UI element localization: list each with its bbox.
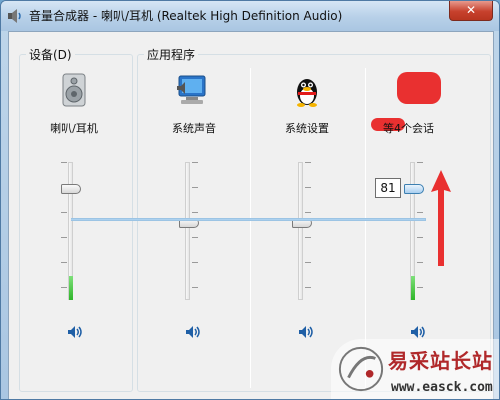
arrow-up-icon xyxy=(431,170,451,266)
app-name: 系统声音 xyxy=(172,122,216,135)
watermark-logo-icon xyxy=(338,346,384,392)
peak-meter xyxy=(411,276,415,300)
watermark-title: 易采站长站 xyxy=(388,349,493,373)
peak-meter xyxy=(69,276,73,300)
redacted-app-icon xyxy=(397,72,441,104)
column-divider xyxy=(250,68,251,388)
mute-toggle-icon[interactable] xyxy=(185,324,201,340)
device-group-label: 设备(D) xyxy=(26,46,75,63)
volume-ticks xyxy=(192,162,198,300)
volume-value-tooltip: 81 xyxy=(375,178,401,198)
applications-group-label: 应用程序 xyxy=(144,46,199,63)
volume-link-indicator xyxy=(71,218,426,221)
volume-mixer-window: 音量合成器 - 喇叭/耳机 (Realtek High Definition A… xyxy=(0,0,500,400)
device-volume-slider[interactable] xyxy=(61,184,81,194)
watermark-url: www.easck.com xyxy=(391,380,493,395)
qq-penguin-icon xyxy=(297,79,317,107)
mute-toggle-icon[interactable] xyxy=(410,324,426,340)
volume-ticks xyxy=(417,162,423,300)
speaker-icon xyxy=(8,9,21,23)
volume-track[interactable] xyxy=(298,162,303,300)
close-button[interactable]: ✕ xyxy=(449,1,493,21)
mute-toggle-icon[interactable] xyxy=(67,324,83,340)
app-name: 等4个会话 xyxy=(383,122,434,135)
volume-ticks xyxy=(61,162,67,300)
session-volume-slider[interactable] xyxy=(404,184,424,194)
device-name: 喇叭/耳机 xyxy=(50,122,98,135)
volume-ticks xyxy=(305,162,311,300)
app-name: 系统设置 xyxy=(285,122,329,135)
system-sounds-icon xyxy=(177,75,206,104)
volume-track[interactable] xyxy=(185,162,190,300)
title-bar[interactable]: 音量合成器 - 喇叭/耳机 (Realtek High Definition A… xyxy=(1,1,499,31)
speaker-device-icon xyxy=(62,73,86,107)
window-title: 音量合成器 - 喇叭/耳机 (Realtek High Definition A… xyxy=(29,9,343,23)
mute-toggle-icon[interactable] xyxy=(298,324,314,340)
